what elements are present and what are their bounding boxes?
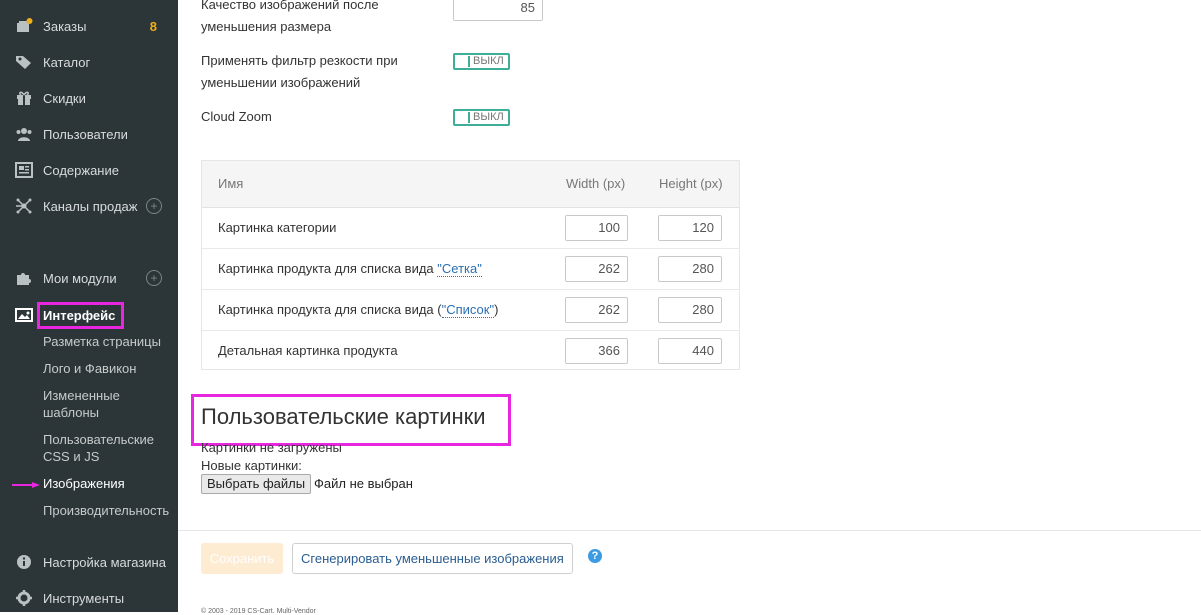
height-input[interactable]: 280 xyxy=(658,297,722,323)
puzzle-icon xyxy=(15,270,33,286)
generate-thumbnails-button[interactable]: Сгенерировать уменьшенные изображения xyxy=(292,543,573,574)
tag-icon xyxy=(15,54,33,70)
width-input[interactable]: 100 xyxy=(565,215,628,241)
table-row: Детальная картинка продукта 366 440 xyxy=(202,331,739,372)
subitem-images[interactable]: Изображения xyxy=(43,475,177,492)
toggle-state: ВЫКЛ xyxy=(473,55,504,67)
sidebar-item-users[interactable]: Пользователи xyxy=(0,123,178,145)
quality-label: Качество изображений после уменьшения ра… xyxy=(201,0,379,34)
toggle-knob xyxy=(456,112,470,123)
no-images-text: Картинки не загружены xyxy=(201,440,342,455)
subitem-custom-css-js[interactable]: Пользовательские CSS и JS xyxy=(43,431,163,465)
sidebar-item-my-modules[interactable]: Мои модули + xyxy=(0,267,178,289)
column-header-height: Height (px) xyxy=(659,176,723,191)
sidebar-item-label: Каталог xyxy=(43,54,91,70)
sidebar-item-sales-channels[interactable]: Каналы продаж + xyxy=(0,195,178,217)
sidebar-item-label: Мои модули xyxy=(43,270,117,286)
sidebar: Заказы 8 Каталог Скидки Пользователи Сод… xyxy=(0,0,178,612)
info-icon xyxy=(15,554,33,570)
sidebar-item-label: Инструменты xyxy=(43,590,125,606)
image-icon xyxy=(15,307,33,323)
sidebar-item-label: Каналы продаж xyxy=(43,198,138,214)
row-name: Картинка продукта для списка вида "Сетка… xyxy=(218,261,482,277)
save-button[interactable]: Сохранить xyxy=(201,543,283,574)
help-icon[interactable]: ? xyxy=(588,549,602,563)
network-icon xyxy=(15,198,33,214)
row-name: Картинка категории xyxy=(218,220,337,235)
main-content: Качество изображений после уменьшения ра… xyxy=(178,0,1201,615)
sidebar-item-store-settings[interactable]: Настройка магазина xyxy=(0,551,178,573)
sidebar-item-interface[interactable]: Интерфейс xyxy=(0,304,178,326)
sidebar-item-label: Настройка магазина xyxy=(43,554,166,570)
table-row: Картинка продукта для списка вида "Сетка… xyxy=(202,249,739,290)
users-icon xyxy=(15,126,33,142)
height-input[interactable]: 120 xyxy=(658,215,722,241)
height-input[interactable]: 440 xyxy=(658,338,722,364)
sidebar-item-label: Пользователи xyxy=(43,126,128,142)
cloudzoom-toggle[interactable]: ВЫКЛ xyxy=(453,109,510,126)
sidebar-item-tools[interactable]: Инструменты xyxy=(0,587,178,609)
row-name: Детальная картинка продукта xyxy=(218,343,398,358)
toggle-state: ВЫКЛ xyxy=(473,111,504,123)
gear-icon xyxy=(15,590,33,606)
quality-input[interactable]: 85 xyxy=(453,0,543,21)
sidebar-item-discounts[interactable]: Скидки xyxy=(0,87,178,109)
sidebar-item-content[interactable]: Содержание xyxy=(0,159,178,181)
toggle-knob xyxy=(456,56,470,67)
sharpen-label: Применять фильтр резкости при уменьшении… xyxy=(201,53,398,90)
file-status-text: Файл не выбран xyxy=(314,476,413,491)
column-header-name: Имя xyxy=(218,176,244,191)
row-name: Картинка продукта для списка вида ("Спис… xyxy=(218,302,499,318)
subitem-performance[interactable]: Производительность xyxy=(43,502,177,519)
width-input[interactable]: 262 xyxy=(565,297,628,323)
sidebar-item-catalog[interactable]: Каталог xyxy=(0,51,178,73)
subitem-page-layout[interactable]: Разметка страницы xyxy=(43,333,177,350)
pointer-arrow-icon xyxy=(12,482,40,488)
sidebar-item-label: Заказы xyxy=(43,18,87,34)
width-input[interactable]: 366 xyxy=(565,338,628,364)
table-header: Имя Width (px) Height (px) xyxy=(202,161,739,208)
orders-icon xyxy=(15,18,33,34)
column-header-width: Width (px) xyxy=(566,176,626,191)
new-images-label: Новые картинки: xyxy=(201,458,302,473)
add-module-button[interactable]: + xyxy=(146,270,162,286)
orders-count-badge: 8 xyxy=(149,18,157,34)
height-input[interactable]: 280 xyxy=(658,256,722,282)
subitem-modified-templates[interactable]: Измененные шаблоны xyxy=(43,387,138,421)
choose-files-button[interactable]: Выбрать файлы xyxy=(201,474,312,494)
sidebar-item-label: Содержание xyxy=(43,162,119,178)
image-sizes-table: Имя Width (px) Height (px) Картинка кате… xyxy=(201,160,740,370)
grid-view-link[interactable]: "Сетка" xyxy=(437,261,482,277)
cloudzoom-label: Cloud Zoom xyxy=(201,109,272,124)
table-row: Картинка категории 100 120 xyxy=(202,208,739,249)
sidebar-item-label: Скидки xyxy=(43,90,86,106)
subitem-logo-favicon[interactable]: Лого и Фавикон xyxy=(43,360,177,377)
list-view-link[interactable]: "Список" xyxy=(441,302,495,318)
sharpen-toggle[interactable]: ВЫКЛ xyxy=(453,53,510,70)
action-bar: Сохранить Сгенерировать уменьшенные изоб… xyxy=(178,530,1201,615)
gift-icon xyxy=(15,90,33,106)
table-row: Картинка продукта для списка вида ("Спис… xyxy=(202,290,739,331)
sidebar-item-orders[interactable]: Заказы 8 xyxy=(0,15,178,37)
add-sales-channel-button[interactable]: + xyxy=(146,198,162,214)
sidebar-item-label: Интерфейс xyxy=(43,307,116,323)
custom-images-title: Пользовательские картинки xyxy=(201,404,486,429)
newspaper-icon xyxy=(15,162,33,178)
width-input[interactable]: 262 xyxy=(565,256,628,282)
